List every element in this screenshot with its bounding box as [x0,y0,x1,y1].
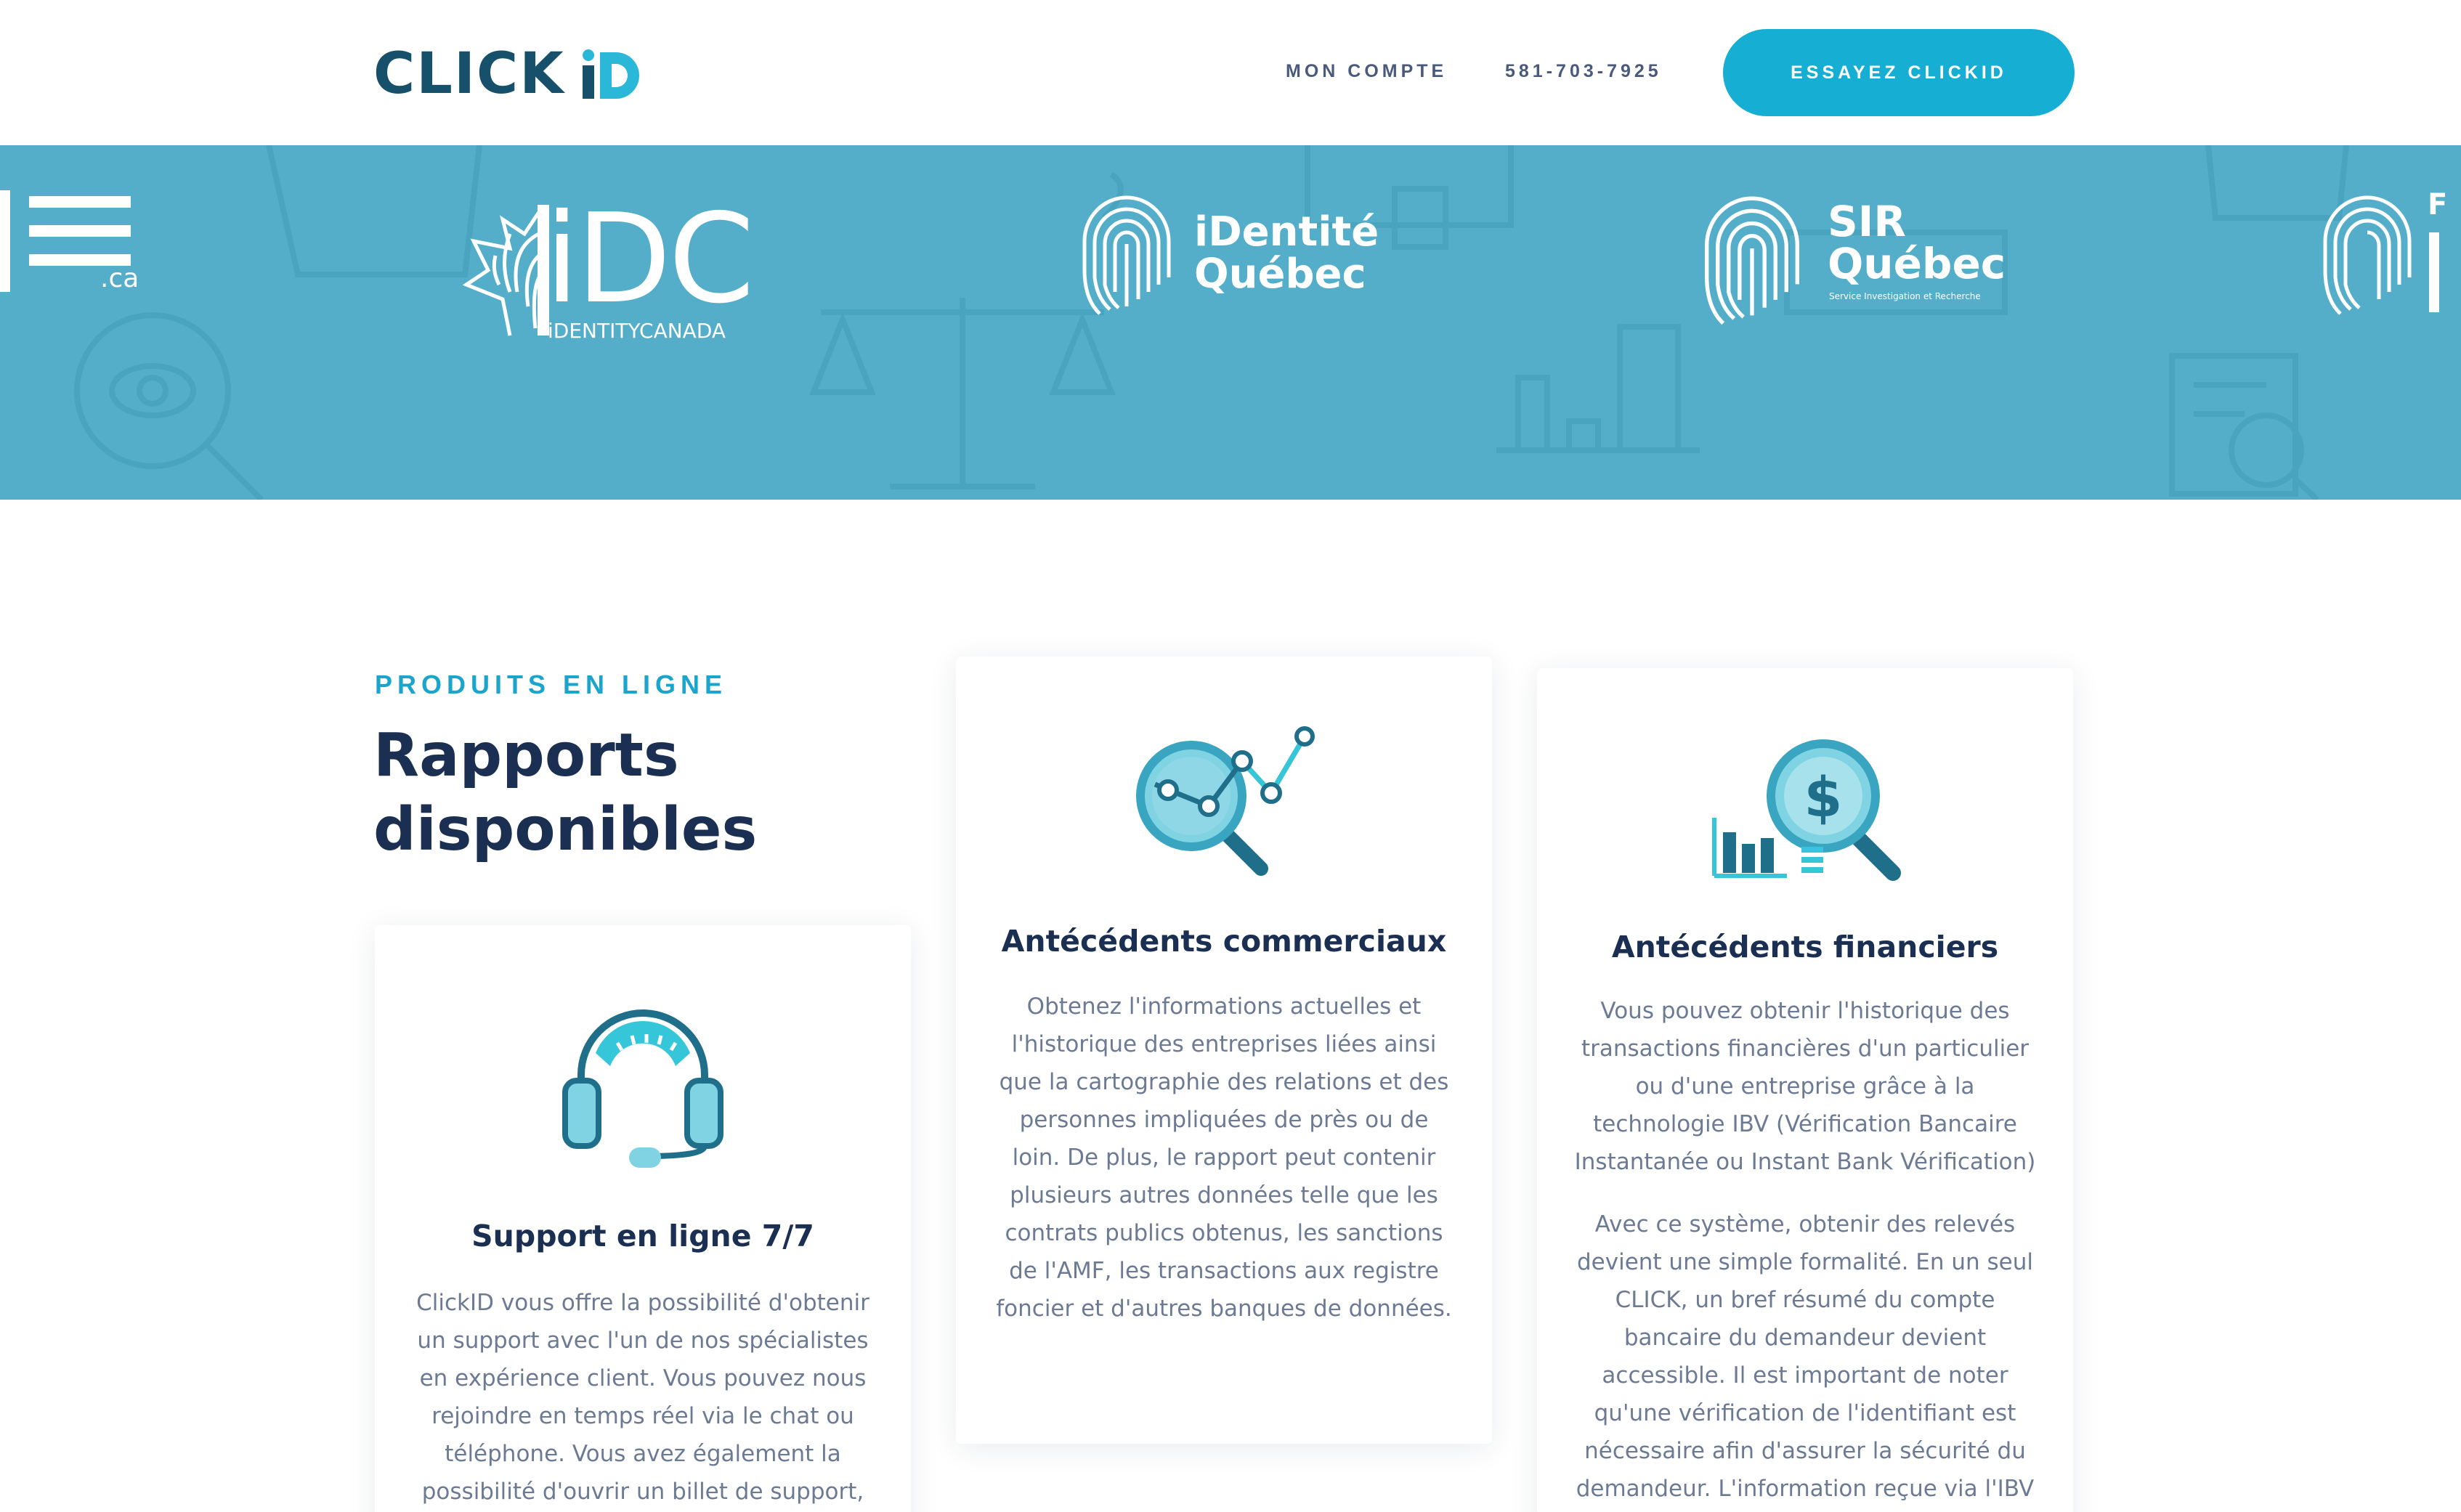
card-commercial-title: Antécédents commerciaux [1001,924,1447,959]
partner-identite-line2: Québec [1194,251,1366,298]
card-support-text: ClickID vous offre la possibilité d'obte… [416,1290,869,1505]
section-title-line2: disponibles [373,795,758,864]
fingerprint-icon [1082,195,1171,315]
card-support: Support en ligne 7/7 ClickID vous offre … [375,925,911,1512]
try-clickid-button[interactable]: ESSAYEZ CLICKID [1723,29,2075,116]
partner-right-bar [2429,232,2439,312]
partner-right-initial: F [2428,188,2448,221]
nav-phone-number[interactable]: 581-703-7925 [1505,61,1662,82]
card-support-title: Support en ligne 7/7 [471,1219,814,1253]
section-eyebrow: PRODUITS EN LIGNE [375,670,728,699]
svg-text:$: $ [1804,765,1843,829]
site-header: CLICK MON COMPTE 581-703-7925 ESSAYEZ CL… [0,0,2461,145]
partner-logo-partial-left: .ca [0,190,139,299]
partner-sir-line1: SIR [1828,197,1907,246]
card-financial: $ Antécédents financiers Vous pouvez obt… [1537,668,2073,1512]
headset-icon [562,1009,723,1168]
fingerprint-icon [1704,196,1800,325]
partner-idc-sub: iDENTITYCANADA [548,319,726,343]
card-commercial: Antécédents commerciaux Obtenez l'inform… [956,657,1492,1444]
section-title-line1: Rapports [373,721,679,790]
partner-identite-line1: iDentité [1194,208,1379,256]
partner-logo-identite-quebec: iDentité Québec [1078,190,1383,321]
card-financial-text-1: Vous pouvez obtenir l'historique des tra… [1574,998,2036,1175]
partner-sir-sub: Service Investigation et Recherche [1829,291,1981,301]
fingerprint-icon [2323,195,2412,315]
partners-banner: .ca iDC iDENTITYCANADA iDentité Québec S… [0,145,2461,500]
card-financial-title: Antécédents financiers [1611,930,1999,964]
partner-logo-sir-quebec: SIR Québec Service Investigation et Rech… [1700,190,2006,328]
logo-wordmark: CLICK [373,41,565,107]
partner-logo-identity-canada: iDC iDENTITYCANADA [459,190,764,350]
partner-sir-line2: Québec [1828,239,2006,288]
magnifier-graph-icon [1136,726,1315,876]
nav-my-account[interactable]: MON COMPTE [1286,61,1447,82]
card-commercial-text: Obtenez l'informations actuelles et l'hi… [996,993,1452,1322]
partner-idc-name: iDC [545,187,755,331]
maple-fingerprint-icon [462,205,549,336]
section-title: Rapports disponibles [373,719,925,867]
partner-left-domain: .ca [100,264,139,293]
card-financial-text-2: Avec ce système, obtenir des relevés dev… [1576,1211,2035,1502]
clickid-logo[interactable]: CLICK [373,41,641,107]
logo-id-mark [581,48,641,100]
partner-logo-partial-right: F [2319,190,2461,321]
money-search-icon: $ [1712,739,1901,881]
